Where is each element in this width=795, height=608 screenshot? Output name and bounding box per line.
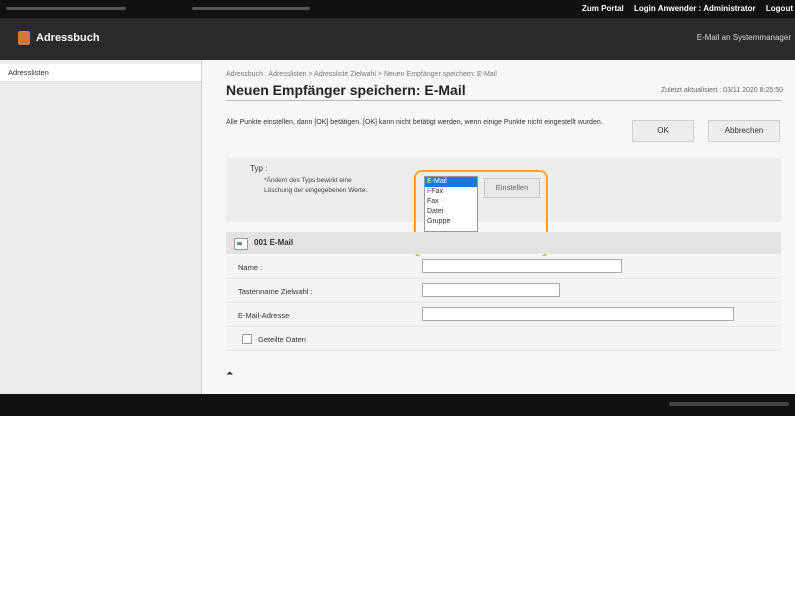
name-label: Name : <box>238 263 263 272</box>
copyright-blurred <box>669 402 789 406</box>
app-title: Adressbuch <box>36 32 100 44</box>
key-name-label: Tastenname Zielwahl : <box>238 287 313 296</box>
login-user-label: Login Anwender : Administrator <box>634 4 756 13</box>
email-input[interactable] <box>422 307 734 321</box>
typ-section: Typ : *Ändern des Typs bewirkt eine Lösc… <box>226 158 781 258</box>
addressbook-icon <box>18 31 30 45</box>
back-to-top-icon[interactable]: ⏶ <box>226 368 233 379</box>
section-header: 001 E-Mail <box>226 232 781 254</box>
footer <box>0 394 795 416</box>
typ-label: Typ : <box>250 164 268 173</box>
top-links: Zum Portal Login Anwender : Administrato… <box>574 4 793 13</box>
user-name: Administrator <box>703 4 756 13</box>
portal-link[interactable]: Zum Portal <box>582 4 624 13</box>
logout-link[interactable]: Logout <box>766 4 793 13</box>
instructions-text: Alle Punkte einstellen, dann [OK] betäti… <box>226 119 603 126</box>
breadcrumb[interactable]: Adressbuch : Adresslisten > Adressliste … <box>226 71 497 78</box>
title-divider <box>226 100 781 101</box>
shared-data-checkbox[interactable] <box>242 334 252 344</box>
email-icon <box>234 238 248 250</box>
main-content: Adressbuch : Adresslisten > Adressliste … <box>202 60 795 394</box>
cancel-button[interactable]: Abbrechen <box>708 120 780 142</box>
mail-admin-link[interactable]: E-Mail an Systemmanager <box>697 33 791 42</box>
email-row: E-Mail-Adresse <box>226 304 781 327</box>
sidebar-item-adresslisten[interactable]: Adresslisten <box>0 64 201 82</box>
email-label: E-Mail-Adresse <box>238 311 290 320</box>
top-bar: Zum Portal Login Anwender : Administrato… <box>0 0 795 18</box>
device-address-blurred <box>192 7 310 10</box>
key-name-row: Tastenname Zielwahl : <box>226 280 781 303</box>
sidebar: Adresslisten <box>0 60 202 394</box>
section-title: 001 E-Mail <box>254 238 294 247</box>
app-header: Adressbuch E-Mail an Systemmanager <box>0 18 795 60</box>
key-name-input[interactable] <box>422 283 560 297</box>
shared-data-row: Geteilte Daten <box>226 328 781 351</box>
typ-note: *Ändern des Typs bewirkt eine Löschung d… <box>264 177 368 194</box>
last-updated: Zuletzt aktualisiert : 03/11 2020 8:25:5… <box>660 87 783 94</box>
ok-button[interactable]: OK <box>632 120 694 142</box>
name-row: Name : <box>226 256 781 279</box>
shared-data-label: Geteilte Daten <box>258 335 306 344</box>
name-input[interactable] <box>422 259 622 273</box>
page-title: Neuen Empfänger speichern: E-Mail <box>226 82 466 98</box>
product-name-blurred <box>6 7 126 10</box>
